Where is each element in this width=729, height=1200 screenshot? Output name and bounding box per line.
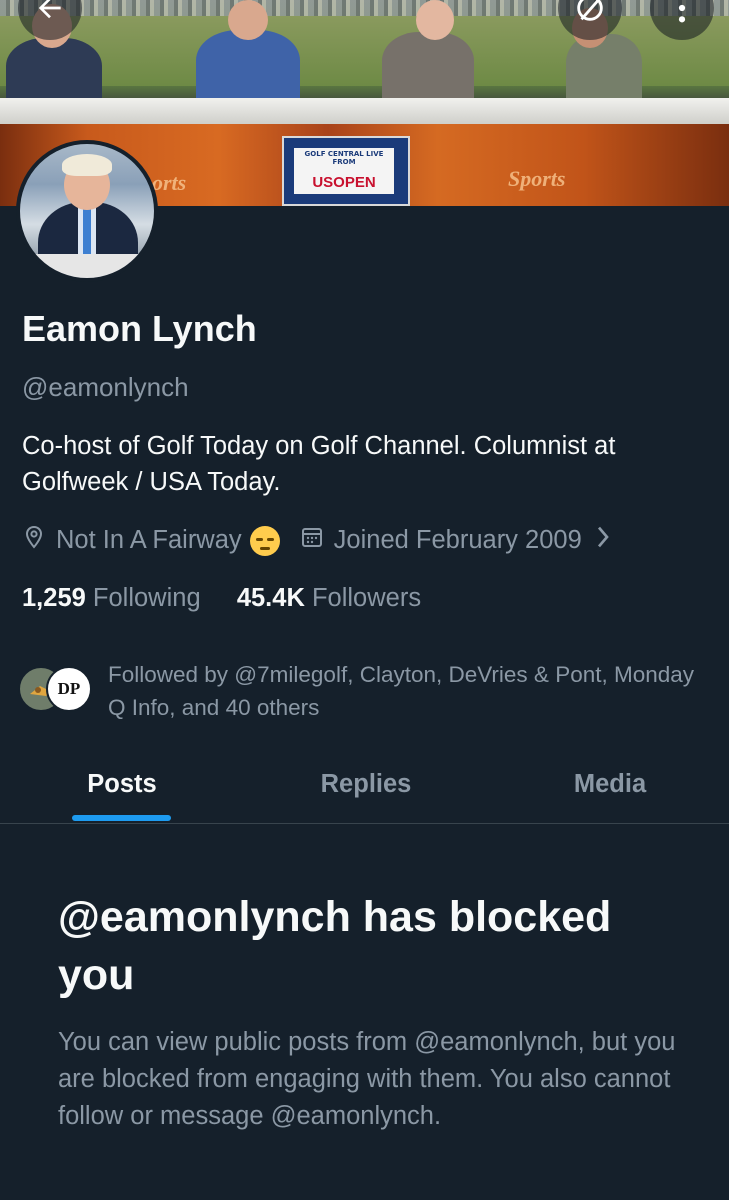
blocked-title: @eamonlynch has blocked you	[58, 893, 612, 999]
followers-link[interactable]: 45.4K Followers	[237, 584, 421, 612]
banner-desk	[0, 98, 729, 124]
banner-card-big-text: USOPEN	[312, 174, 376, 191]
more-vertical-icon	[677, 0, 687, 25]
profile-joined-date: Joined February 2009	[333, 526, 582, 554]
following-link[interactable]: 1,259 Following	[22, 584, 208, 612]
profile-handle: @eamonlynch	[22, 372, 189, 402]
banner-presenter-head	[416, 0, 454, 40]
follower-avatar: DP	[46, 666, 92, 712]
banner-presenter	[382, 32, 474, 104]
followers-label: Followers	[311, 584, 422, 612]
pensive-face-emoji-icon	[249, 525, 280, 556]
calendar-icon	[300, 525, 324, 556]
profile-avatar[interactable]	[16, 140, 158, 282]
banner-sports-logo-partial: orts	[152, 170, 187, 195]
tab-media[interactable]: Media	[510, 746, 710, 823]
slash-circle-icon	[573, 0, 607, 25]
tab-posts[interactable]: Posts	[22, 746, 222, 823]
banner-presenter	[566, 34, 642, 106]
banner-card-small-text: GOLF CENTRAL LIVE FROM	[304, 150, 384, 166]
avatar-desk	[20, 254, 154, 278]
followed-by-text: Followed by @7milegolf, Clayton, DeVries…	[108, 662, 695, 720]
banner-usopen-card: GOLF CENTRAL LIVE FROM USOPEN	[282, 136, 410, 206]
avatar-tie	[83, 208, 91, 254]
followers-count: 45.4K	[236, 584, 305, 612]
profile-name: Eamon Lynch	[22, 308, 257, 349]
following-count: 1,259	[22, 584, 86, 612]
avatar-hair	[62, 154, 112, 176]
profile-bio: Co-host of Golf Today on Golf Channel. C…	[22, 432, 616, 496]
banner-sports-logo: Sports	[508, 166, 566, 191]
chevron-right-icon[interactable]	[596, 525, 610, 556]
following-label: Following	[92, 584, 201, 612]
profile-meta: Not In A Fairway Joined February 2009	[22, 524, 620, 557]
active-tab-indicator	[72, 815, 171, 821]
location-pin-icon	[22, 524, 46, 557]
profile-tabs: Posts Replies Media	[0, 746, 729, 824]
banner-presenter	[196, 30, 300, 106]
profile-location: Not In A Fairway	[56, 526, 242, 554]
arrow-left-icon	[34, 0, 66, 24]
blocked-description: You can view public posts from @eamonlyn…	[58, 1028, 676, 1130]
profile-stats: 1,259 Following 45.4K Followers	[22, 584, 421, 613]
follower-avatar-text: DP	[57, 679, 81, 698]
tab-replies[interactable]: Replies	[266, 746, 466, 823]
banner-presenter-head	[228, 0, 268, 40]
